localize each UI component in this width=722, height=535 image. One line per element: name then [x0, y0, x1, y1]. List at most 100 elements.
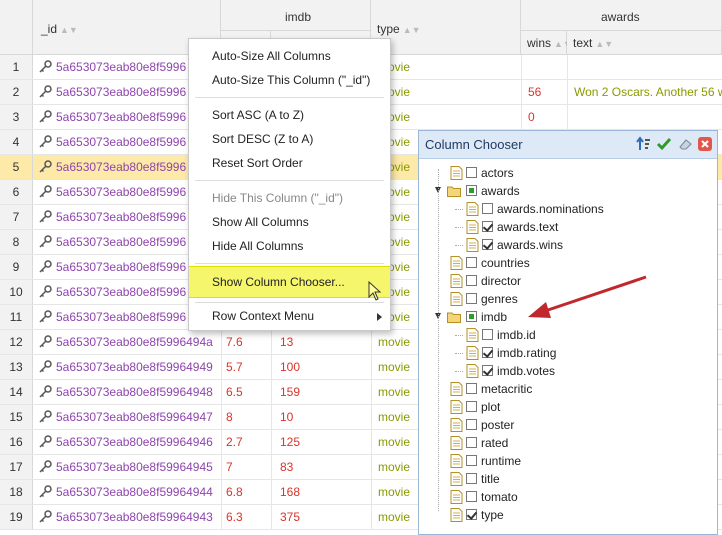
menu-item-reset-sort[interactable]: Reset Sort Order [189, 152, 390, 174]
id-cell[interactable]: 5a653073eab80e8f5996494a [33, 330, 221, 354]
checkbox[interactable] [466, 257, 477, 268]
checkbox[interactable] [466, 491, 477, 502]
check-all-icon[interactable] [656, 136, 672, 152]
column-chooser-item-imdb-rating[interactable]: imdb.rating [419, 344, 715, 362]
column-chooser-item-label: plot [481, 400, 501, 414]
imdb-votes-cell[interactable]: 159 [271, 380, 371, 404]
tree-guide-line [455, 353, 463, 354]
row-number: 1 [0, 55, 33, 79]
checkbox[interactable] [482, 221, 493, 232]
checkbox[interactable] [466, 401, 477, 412]
column-chooser-item-awards-nominations[interactable]: awards.nominations [419, 200, 715, 218]
imdb-votes-cell[interactable]: 375 [271, 505, 371, 529]
type-cell[interactable]: movie [371, 80, 521, 104]
column-chooser-item-rated[interactable]: rated [419, 434, 715, 452]
imdb-rating-cell[interactable]: 8 [221, 405, 271, 429]
id-cell[interactable]: 5a653073eab80e8f59964945 [33, 455, 221, 479]
awards-text-cell[interactable] [567, 55, 722, 79]
checkbox[interactable] [482, 203, 493, 214]
menu-item-auto-size-this[interactable]: Auto-Size This Column ("_id") [189, 69, 390, 91]
column-chooser-item-runtime[interactable]: runtime [419, 452, 715, 470]
id-cell[interactable]: 5a653073eab80e8f59964944 [33, 480, 221, 504]
eraser-icon[interactable] [677, 136, 693, 152]
column-chooser-item-imdb-votes[interactable]: imdb.votes [419, 362, 715, 380]
id-cell[interactable]: 5a653073eab80e8f59964943 [33, 505, 221, 529]
checkbox[interactable] [466, 419, 477, 430]
awards-text-cell[interactable] [567, 105, 722, 129]
menu-item-sort-desc[interactable]: Sort DESC (Z to A) [189, 128, 390, 150]
close-icon[interactable] [697, 136, 713, 152]
awards-wins-cell[interactable]: 56 [521, 80, 567, 104]
imdb-votes-cell[interactable]: 10 [271, 405, 371, 429]
imdb-votes-cell[interactable]: 125 [271, 430, 371, 454]
awards-text-cell[interactable]: Won 2 Oscars. Another 56 w [567, 80, 722, 104]
imdb-rating-cell[interactable]: 6.8 [221, 480, 271, 504]
imdb-rating-cell[interactable]: 7.6 [221, 330, 271, 354]
checkbox[interactable] [466, 185, 477, 196]
column-chooser-item-title[interactable]: title [419, 470, 715, 488]
checkbox[interactable] [466, 473, 477, 484]
awards-wins-column-header[interactable]: wins ▲▼ [521, 31, 572, 55]
imdb-votes-cell[interactable]: 100 [271, 355, 371, 379]
checkbox[interactable] [466, 509, 477, 520]
menu-item-sort-asc[interactable]: Sort ASC (A to Z) [189, 104, 390, 126]
field-icon [466, 328, 479, 342]
imdb-header-label: imdb [285, 10, 312, 24]
type-cell[interactable]: movie [371, 55, 521, 79]
sort-arrows-icon[interactable]: ▲▼ [595, 39, 613, 49]
menu-item-hide-all-columns[interactable]: Hide All Columns [189, 235, 390, 257]
awards-wins-cell[interactable] [521, 55, 567, 79]
menu-item-show-all-columns[interactable]: Show All Columns [189, 211, 390, 233]
sort-arrows-icon[interactable]: ▲▼ [403, 25, 421, 35]
checkbox[interactable] [466, 383, 477, 394]
checkbox[interactable] [482, 239, 493, 250]
column-chooser-item-plot[interactable]: plot [419, 398, 715, 416]
imdb-rating-cell[interactable]: 6.3 [221, 505, 271, 529]
column-chooser-title-bar[interactable]: Column Chooser [419, 131, 717, 159]
menu-item-show-column-chooser[interactable]: Show Column Chooser... [189, 266, 390, 298]
column-chooser-item-type[interactable]: type [419, 506, 715, 524]
checkbox[interactable] [466, 293, 477, 304]
id-cell[interactable]: 5a653073eab80e8f59964948 [33, 380, 221, 404]
checkbox[interactable] [482, 347, 493, 358]
key-icon [39, 160, 52, 173]
menu-separator [195, 180, 384, 181]
column-chooser-item-actors[interactable]: actors [419, 164, 715, 182]
checkbox[interactable] [466, 275, 477, 286]
checkbox[interactable] [466, 437, 477, 448]
imdb-votes-cell[interactable]: 168 [271, 480, 371, 504]
imdb-votes-cell[interactable]: 13 [271, 330, 371, 354]
awards-wins-cell[interactable]: 0 [521, 105, 567, 129]
menu-item-row-context-menu[interactable]: Row Context Menu [189, 305, 390, 327]
checkbox[interactable] [466, 311, 477, 322]
column-chooser-item-poster[interactable]: poster [419, 416, 715, 434]
checkbox[interactable] [466, 167, 477, 178]
menu-item-auto-size-all[interactable]: Auto-Size All Columns [189, 45, 390, 67]
imdb-rating-cell[interactable]: 6.5 [221, 380, 271, 404]
checkbox[interactable] [482, 329, 493, 340]
checkbox[interactable] [466, 455, 477, 466]
id-cell[interactable]: 5a653073eab80e8f59964946 [33, 430, 221, 454]
row-number: 13 [0, 355, 33, 379]
id-cell[interactable]: 5a653073eab80e8f59964949 [33, 355, 221, 379]
field-icon [450, 436, 463, 450]
column-chooser-item-countries[interactable]: countries [419, 254, 715, 272]
sort-tree-icon[interactable] [636, 136, 652, 152]
id-cell[interactable]: 5a653073eab80e8f59964947 [33, 405, 221, 429]
sort-arrows-icon[interactable]: ▲▼ [60, 25, 78, 35]
type-column-header[interactable]: type ▲▼ [371, 0, 521, 55]
checkbox[interactable] [482, 365, 493, 376]
column-chooser-item-awards-wins[interactable]: awards.wins [419, 236, 715, 254]
column-chooser-item-metacritic[interactable]: metacritic [419, 380, 715, 398]
column-chooser-item-imdb-id[interactable]: imdb.id [419, 326, 715, 344]
imdb-rating-cell[interactable]: 5.7 [221, 355, 271, 379]
column-chooser-item-awards-text[interactable]: awards.text [419, 218, 715, 236]
column-chooser-item-tomato[interactable]: tomato [419, 488, 715, 506]
column-chooser-item-awards[interactable]: awards [419, 182, 715, 200]
type-cell[interactable]: movie [371, 105, 521, 129]
row-number: 10 [0, 280, 33, 304]
imdb-votes-cell[interactable]: 83 [271, 455, 371, 479]
imdb-rating-cell[interactable]: 2.7 [221, 430, 271, 454]
imdb-rating-cell[interactable]: 7 [221, 455, 271, 479]
awards-text-column-header[interactable]: text ▲▼ [567, 31, 722, 55]
